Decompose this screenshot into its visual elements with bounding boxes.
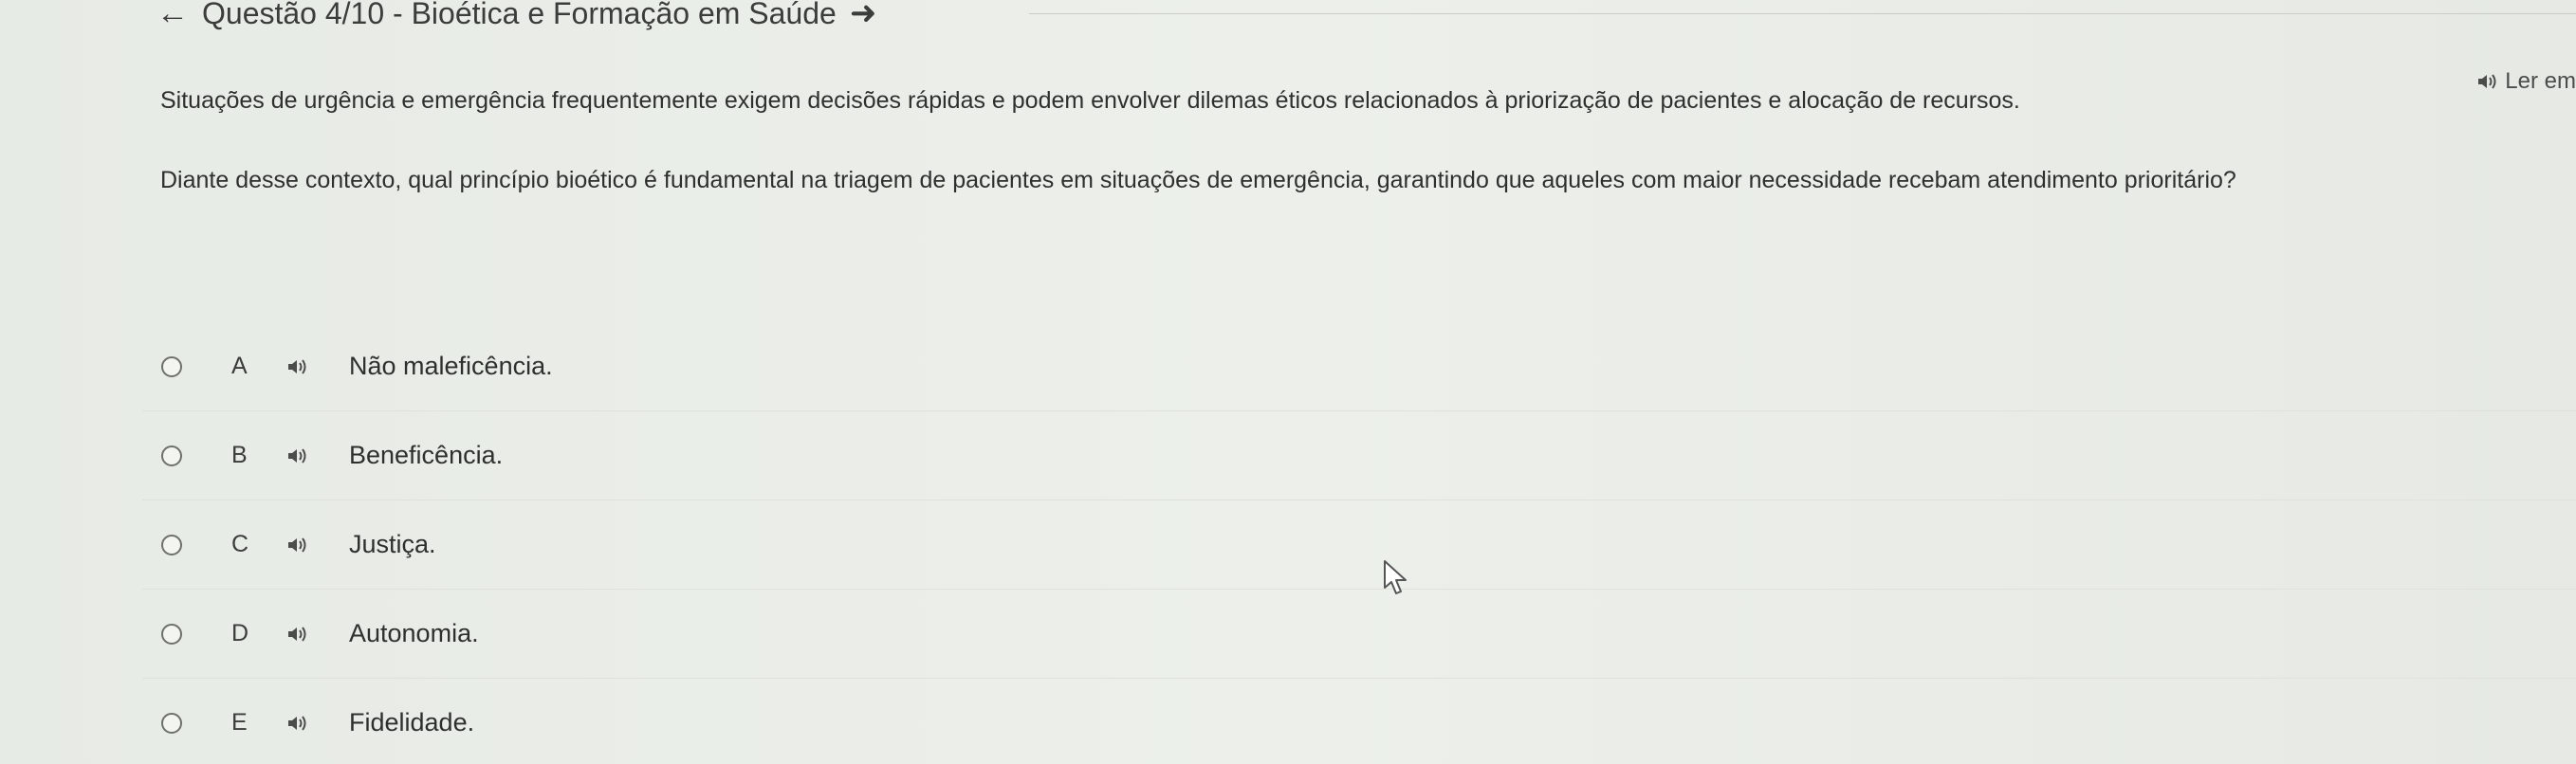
speaker-icon[interactable] <box>286 446 324 465</box>
option-letter: C <box>231 531 249 557</box>
radio-button[interactable] <box>161 623 182 645</box>
question-prompt: Diante desse contexto, qual princípio bi… <box>160 167 2236 193</box>
option-b[interactable]: B Beneficência. <box>142 410 2576 500</box>
option-letter: B <box>231 442 248 468</box>
option-a[interactable]: A Não maleficência. <box>142 322 2576 410</box>
speaker-icon[interactable] <box>286 536 324 555</box>
option-letter: D <box>231 620 249 646</box>
arrow-right-icon[interactable]: ➜ <box>850 0 877 29</box>
option-text: Autonomia. <box>349 619 479 647</box>
answer-options: A Não maleficência. B Beneficência. C Ju… <box>142 322 2576 764</box>
option-text: Beneficência. <box>349 441 504 469</box>
radio-button[interactable] <box>161 355 182 377</box>
question-title: Questão 4/10 - Bioética e Formação em Sa… <box>202 0 837 30</box>
option-text: Não maleficência. <box>349 352 553 380</box>
speaker-icon <box>2478 74 2496 89</box>
option-letter: A <box>231 353 248 379</box>
header-divider <box>1029 13 2576 14</box>
radio-button[interactable] <box>161 445 182 466</box>
speaker-icon[interactable] <box>286 714 324 733</box>
option-d[interactable]: D Autonomia. <box>142 589 2576 678</box>
quiz-page: ← Questão 4/10 - Bioética e Formação em … <box>0 0 2576 764</box>
read-aloud-label: Ler em <box>2505 68 2576 94</box>
read-aloud-button[interactable]: Ler em <box>2476 68 2576 95</box>
speaker-icon[interactable] <box>286 357 324 376</box>
speaker-icon[interactable] <box>286 625 324 644</box>
option-letter: E <box>231 709 248 736</box>
option-text: Fidelidade. <box>349 708 475 737</box>
radio-button[interactable] <box>161 534 182 555</box>
option-e[interactable]: E Fidelidade. <box>142 678 2576 764</box>
radio-button[interactable] <box>161 712 182 734</box>
question-statement: Situações de urgência e emergência frequ… <box>160 87 2020 114</box>
option-text: Justiça. <box>349 530 436 558</box>
option-c[interactable]: C Justiça. <box>142 500 2576 589</box>
question-header: ← Questão 4/10 - Bioética e Formação em … <box>156 0 876 32</box>
arrow-left-icon[interactable]: ← <box>156 0 189 29</box>
mouse-cursor-icon <box>1384 560 1407 594</box>
